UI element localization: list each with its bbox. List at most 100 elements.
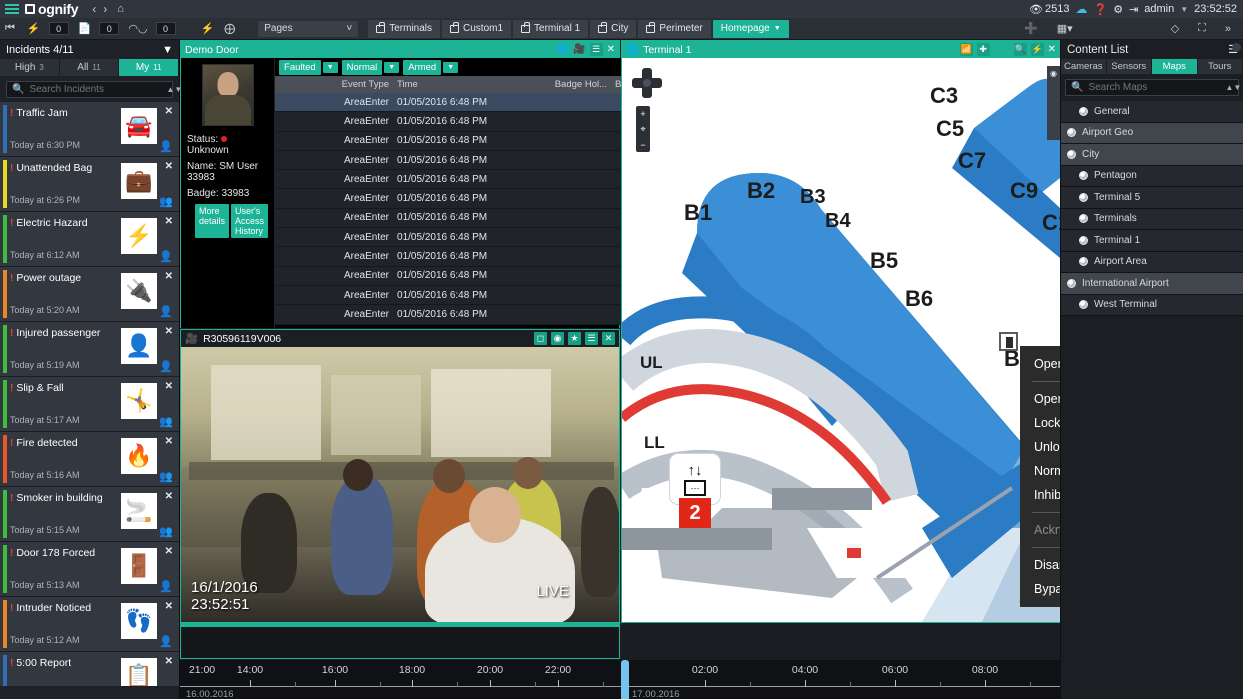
close-icon[interactable]: ✕ <box>165 326 173 337</box>
page-tab-terminal-1[interactable]: Terminal 1 <box>513 19 589 38</box>
event-table[interactable]: Event Type Time Badge Hol... Badge ▼ Are… <box>275 76 662 328</box>
table-row[interactable]: AreaEnter01/05/2016 6:48 PM93740 <box>275 266 662 286</box>
page-tab-terminals[interactable]: Terminals <box>368 19 441 38</box>
video-stream[interactable]: 16/1/2016 23:52:51 LIVE <box>181 347 619 622</box>
page-tab-perimeter[interactable]: Perimeter <box>638 19 711 38</box>
incident-item[interactable]: ! Slip & Fall Today at 5:17 AM ✕ 🤸 👥 <box>0 377 179 432</box>
maps-search-box[interactable]: 🔍 ▲▼ <box>1065 79 1241 96</box>
door-sensor-marker[interactable] <box>999 332 1018 351</box>
table-row[interactable]: AreaEnter01/05/2016 6:48 PM80210 <box>275 208 662 229</box>
cloud-icon[interactable]: ☁ <box>1075 2 1087 16</box>
incident-item[interactable]: ! Power outage Today at 5:20 AM ✕ 🔌 👤 <box>0 267 179 322</box>
context-menu-item-unlock-acs-sensor[interactable]: Unlock ACS Sensor <box>1020 435 1060 459</box>
updown-icon[interactable]: ▲▼ <box>1225 83 1241 92</box>
incident-item[interactable]: ! Unattended Bag Today at 6:26 PM ✕ 💼 👥 <box>0 157 179 212</box>
fullscreen-icon[interactable]: ⛶ <box>1193 22 1211 35</box>
incident-item[interactable]: ! Fire detected Today at 5:16 AM ✕ 🔥 👥 <box>0 432 179 487</box>
globe-icon[interactable]: 🌐 <box>557 44 569 55</box>
star-icon[interactable]: ★ <box>568 332 581 345</box>
close-icon[interactable]: ✕ <box>1048 44 1056 55</box>
user-name[interactable]: admin <box>1144 3 1174 15</box>
zoom-out-button[interactable]: − <box>640 140 645 150</box>
logout-icon[interactable]: ⇥ <box>1129 3 1138 16</box>
table-row[interactable]: AreaEnter01/05/2016 6:48 PM92186 <box>275 150 662 171</box>
map-list-item-west-terminal[interactable]: West Terminal <box>1061 294 1243 316</box>
table-row[interactable]: AreaEnter01/05/2016 6:48 PM33983 <box>275 93 662 113</box>
home-icon[interactable]: ⌂ <box>117 3 124 15</box>
counter-share[interactable]: ◠◡ 0 <box>121 22 177 35</box>
table-row[interactable]: AreaEnter01/05/2016 6:48 PM90419 <box>275 228 662 248</box>
incident-item[interactable]: ! Intruder Noticed Today at 5:12 AM ✕ 👣 👤 <box>0 597 179 652</box>
table-row[interactable]: AreaEnter01/05/2016 6:48 PM96251 <box>275 112 662 132</box>
counter-layers[interactable]: 📄 0 <box>71 22 122 35</box>
table-row[interactable]: AreaEnter01/05/2016 6:48 PM93818 <box>275 285 662 306</box>
incident-item[interactable]: ! Traffic Jam Today at 6:30 PM ✕ 🚘 👤 <box>0 102 179 157</box>
snapshot-icon[interactable]: ◉ <box>551 332 564 345</box>
back-icon[interactable]: ‹ <box>92 2 96 16</box>
eraser-icon[interactable]: ◇ <box>1166 22 1184 35</box>
table-row[interactable]: AreaEnter01/05/2016 6:48 PM98387 <box>275 189 662 209</box>
zoom-controls[interactable]: + ⌖ − <box>636 106 650 152</box>
filter-chip-faulted[interactable]: Faulted ▼ <box>279 59 338 75</box>
people-icon[interactable]: 👥 <box>159 525 173 538</box>
close-icon[interactable]: ✕ <box>165 436 173 447</box>
close-icon[interactable]: ✕ <box>602 332 615 345</box>
map-list-item-terminal-1[interactable]: Terminal 1 <box>1061 230 1243 252</box>
collapse-right-icon[interactable]: » <box>1220 23 1236 35</box>
context-menu-item-lock-acs-sensor[interactable]: Lock ACS Sensor <box>1020 411 1060 435</box>
map-canvas[interactable]: ↑↓ ⋯ 2 ◎ -231 C3C5C7C9C1B2B3B1B4B5B6B7B8… <box>622 58 1060 622</box>
incident-item[interactable]: ! Door 178 Forced Today at 5:13 AM ✕ 🚪 👤 <box>0 542 179 597</box>
page-tab-custom1[interactable]: Custom1 <box>442 19 512 38</box>
search-icon[interactable]: 🔍 <box>1013 43 1027 56</box>
crop-icon[interactable]: ◻ <box>534 332 547 345</box>
chevron-down-icon[interactable]: ▼ <box>322 61 338 73</box>
people-icon[interactable]: 👥 <box>159 470 173 483</box>
context-menu-item-bypass-sensor[interactable]: Bypass Sensor <box>1020 577 1060 601</box>
page-tab-city[interactable]: City <box>590 19 637 38</box>
incident-item[interactable]: ! Injured passenger Today at 5:19 AM ✕ 👤 👤 <box>0 322 179 377</box>
more-details-button[interactable]: More details <box>195 204 230 238</box>
zoom-home-button[interactable]: ⌖ <box>640 124 645 135</box>
incident-item[interactable]: !5:00 ReportToday at 4:59 AM✕📋👤 <box>0 652 179 686</box>
person-icon[interactable]: 👤 <box>159 140 173 153</box>
table-row[interactable]: AreaEnter01/05/2016 6:48 PM89283 <box>275 247 662 267</box>
camera-icon[interactable]: 🎥 <box>573 44 585 55</box>
menu-icon[interactable]: ☰ <box>585 332 598 345</box>
chevron-down-icon[interactable]: ▼ <box>384 61 400 73</box>
people-icon[interactable]: 👥 <box>159 415 173 428</box>
map-list-item-general[interactable]: General <box>1061 101 1243 123</box>
incidents-tab-all[interactable]: All 11 <box>59 59 120 76</box>
incidents-tab-high[interactable]: High 3 <box>0 59 60 76</box>
context-menu-item-normalize-door[interactable]: Normalize Door <box>1020 459 1060 483</box>
chevron-down-icon[interactable]: ▼ <box>443 61 459 73</box>
close-icon[interactable]: ✕ <box>165 381 173 392</box>
table-row[interactable]: AreaEnter01/05/2016 6:48 PM80446 <box>275 170 662 190</box>
chevron-down-icon[interactable]: ▼ <box>1180 5 1188 14</box>
rewind-icon[interactable]: ⏮ <box>0 22 20 35</box>
search-maps-input[interactable] <box>1088 82 1221 93</box>
content-tab-sensors[interactable]: Sensors <box>1106 59 1152 74</box>
menu-icon[interactable]: ☰ <box>589 43 603 56</box>
flash-icon[interactable]: ⚡ <box>1030 43 1044 56</box>
pan-pad-icon[interactable] <box>632 68 662 98</box>
plus-circle-icon[interactable]: ⨁ <box>219 22 240 35</box>
close-icon[interactable]: ✕ <box>165 491 173 502</box>
map-side-toggle[interactable]: ◉ <box>1047 66 1060 140</box>
plus-icon[interactable]: ✚ <box>976 43 990 56</box>
pages-selector[interactable]: Pages ˅ <box>258 20 359 37</box>
incident-item[interactable]: ! Electric Hazard Today at 6:12 AM ✕ ⚡ 👤 <box>0 212 179 267</box>
incident-item[interactable]: ! Smoker in building Today at 5:15 AM ✕ 🚬 👥 <box>0 487 179 542</box>
timeline-cursor[interactable] <box>621 660 629 699</box>
page-tab-homepage[interactable]: Homepage ▼ <box>712 19 789 38</box>
person-icon[interactable]: 👤 <box>159 635 173 648</box>
context-menu-item-inhibit-door[interactable]: Inhibit Door <box>1020 483 1060 507</box>
map-list-item-terminal-5[interactable]: Terminal 5 <box>1061 187 1243 209</box>
zoom-in-button[interactable]: + <box>640 109 645 119</box>
help-icon[interactable]: ❓ <box>1093 3 1107 16</box>
filter-chip-normal[interactable]: Normal ▼ <box>341 59 400 75</box>
counter-bolt[interactable]: ⚡ 0 <box>20 22 71 35</box>
close-icon[interactable]: ✕ <box>165 546 173 557</box>
map-list-item-terminals[interactable]: Terminals <box>1061 208 1243 230</box>
table-row[interactable]: AreaEnter01/05/2016 6:48 PM98394 <box>275 131 662 151</box>
close-icon[interactable]: ✕ <box>165 161 173 172</box>
